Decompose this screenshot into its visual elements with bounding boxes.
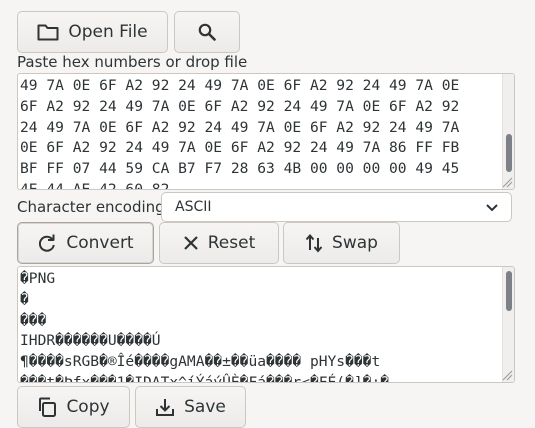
swap-button[interactable]: Swap [283,222,400,264]
output-scroll-thumb[interactable] [506,271,512,311]
save-label: Save [184,397,226,417]
encoding-value: ASCII [175,199,212,215]
hex-line: 0E 6F A2 92 24 49 7A 0E 6F A2 92 24 49 7… [20,139,460,157]
search-icon [198,23,216,41]
output-text-area[interactable]: �PNG � ��� IHDR������U����Ú ¶����sRGB�®Îé���… [17,266,515,383]
hex-line: 49 7A 0E 6F A2 92 24 49 7A 0E 6F A2 92 2… [20,77,460,94]
resize-grip-icon[interactable] [501,176,513,188]
resize-grip-icon[interactable] [501,369,513,381]
hex-scroll-thumb[interactable] [506,134,512,172]
hex-line: 6F A2 92 24 49 7A 0E 6F A2 92 24 49 7A 0… [20,97,460,115]
encoding-label: Character encoding [17,198,165,216]
open-file-button[interactable]: Open File [17,11,168,53]
folder-icon [37,24,59,41]
close-icon [183,236,198,250]
convert-label: Convert [66,233,134,253]
output-line: �PNG [20,270,56,287]
reset-label: Reset [207,233,256,253]
chevron-down-icon [486,204,498,212]
hex-line: 4E 44 AE 42 60 82 [20,180,170,190]
output-line: IHDR������U����Ú [20,332,161,350]
hex-input-label: Paste hex numbers or drop file [17,53,248,71]
refresh-icon [39,234,56,252]
download-icon [156,399,175,416]
open-file-label: Open File [68,22,148,42]
hex-line: BF FF 07 44 59 CA B7 F7 28 63 4B 00 00 0… [20,160,460,178]
encoding-select[interactable]: ASCII [161,192,512,222]
hex-input-area[interactable]: 49 7A 0E 6F A2 92 24 49 7A 0E 6F A2 92 2… [17,73,515,190]
convert-button[interactable]: Convert [17,222,154,264]
search-button[interactable] [174,11,240,53]
swap-label: Swap [332,233,378,253]
output-scrollbar[interactable] [502,267,514,382]
hex-line: 24 49 7A 0E 6F A2 92 24 49 7A 0E 6F A2 9… [20,118,460,136]
output-text: �PNG � ��� IHDR������U����Ú ¶����sRGB�®Îé���… [18,267,514,383]
copy-label: Copy [66,397,110,417]
copy-button[interactable]: Copy [17,386,130,428]
hex-scrollbar[interactable] [502,74,514,189]
swap-icon [305,233,323,253]
output-line: ��� [20,311,47,329]
hex-text: 49 7A 0E 6F A2 92 24 49 7A 0E 6F A2 92 2… [18,74,514,190]
reset-button[interactable]: Reset [159,222,279,264]
output-line: � [20,290,29,308]
copy-icon [39,397,57,417]
output-line: ¶����sRGB�®Îé����gAMA��±��üa���� pHYs���… [20,353,381,371]
output-line: ���t�Þƒx���1�IDATx^íÝáýÛÈ�Fá���r<�FÉ(�]�… [20,373,390,383]
save-button[interactable]: Save [135,386,246,428]
